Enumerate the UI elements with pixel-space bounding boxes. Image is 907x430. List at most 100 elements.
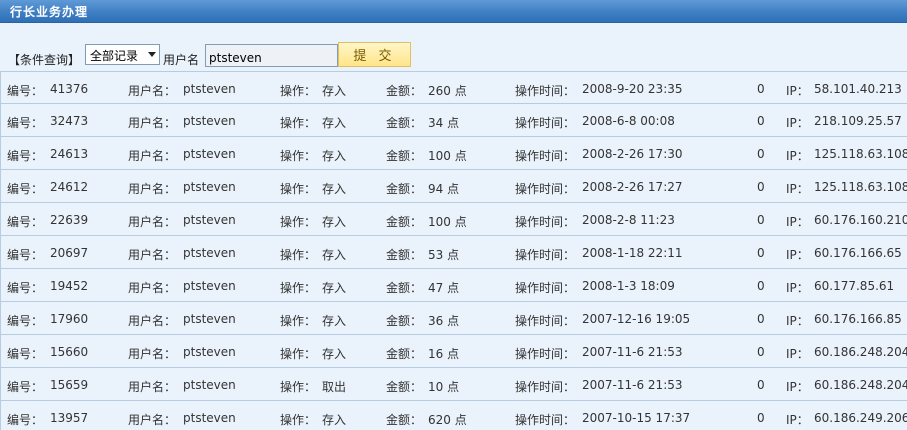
amount-label: 金额： xyxy=(386,116,423,130)
op-value: 存入 xyxy=(322,413,347,427)
extra-value: 0 xyxy=(757,312,765,326)
op-label: 操作： xyxy=(280,380,317,394)
op-label: 操作： xyxy=(280,84,317,98)
ip-label: IP： xyxy=(786,380,809,394)
user-label: 用户名： xyxy=(128,182,177,196)
table-row: 编号： 41376 用户名： ptsteven 操作： 存入 金额： 260 点 操作时间： 20… xyxy=(0,71,907,104)
user-label: 用户名： xyxy=(128,347,177,361)
table-row: 编号： 15659 用户名： ptsteven 操作： 取出 金额： 10 点 操作时间： 200… xyxy=(0,368,907,401)
amount-value: 47 点 xyxy=(428,281,460,295)
table-row: 编号： 19452 用户名： ptsteven 操作： 存入 金额： 47 点 操作时间： 200… xyxy=(0,269,907,302)
ip-value: 125.118.63.108 xyxy=(814,147,907,161)
op-value: 存入 xyxy=(322,116,347,130)
time-label: 操作时间： xyxy=(515,84,576,98)
ip-value: 60.186.248.204 xyxy=(814,378,907,392)
op-value: 存入 xyxy=(322,347,347,361)
time-label: 操作时间： xyxy=(515,380,576,394)
ip-label: IP： xyxy=(786,413,809,427)
extra-value: 0 xyxy=(757,345,765,359)
user-value: ptsteven xyxy=(183,147,236,161)
id-value: 22639 xyxy=(50,213,89,227)
amount-value: 100 点 xyxy=(428,149,467,163)
amount-value: 10 点 xyxy=(428,380,460,394)
user-label: 用户名： xyxy=(128,380,177,394)
op-value: 取出 xyxy=(322,380,347,394)
id-value: 24613 xyxy=(50,147,89,161)
ip-value: 60.176.166.65 xyxy=(814,246,902,260)
table-row: 编号： 15660 用户名： ptsteven 操作： 存入 金额： 16 点 操作时间： 200… xyxy=(0,335,907,368)
ip-label: IP： xyxy=(786,116,809,130)
time-label: 操作时间： xyxy=(515,116,576,130)
amount-value: 53 点 xyxy=(428,248,460,262)
id-label: 编号： xyxy=(7,248,44,262)
user-value: ptsteven xyxy=(183,312,236,326)
op-value: 存入 xyxy=(322,182,347,196)
id-value: 15659 xyxy=(50,378,89,392)
id-value: 41376 xyxy=(50,82,89,96)
op-label: 操作： xyxy=(280,413,317,427)
user-value: ptsteven xyxy=(183,180,236,194)
time-value: 2007-10-15 17:37 xyxy=(582,411,691,425)
id-value: 17960 xyxy=(50,312,89,326)
table-row: 编号： 22639 用户名： ptsteven 操作： 存入 金额： 100 点 操作时间： 20… xyxy=(0,203,907,236)
extra-value: 0 xyxy=(757,378,765,392)
user-label: 用户名： xyxy=(128,248,177,262)
submit-button[interactable]: 提 交 xyxy=(338,42,411,67)
time-value: 2008-9-20 23:35 xyxy=(582,82,683,96)
op-label: 操作： xyxy=(280,248,317,262)
op-label: 操作： xyxy=(280,281,317,295)
time-value: 2008-2-26 17:30 xyxy=(582,147,683,161)
user-label: 用户名： xyxy=(128,149,177,163)
amount-value: 36 点 xyxy=(428,314,460,328)
amount-label: 金额： xyxy=(386,281,423,295)
id-label: 编号： xyxy=(7,84,44,98)
amount-label: 金额： xyxy=(386,413,423,427)
record-filter-value: 全部记录 xyxy=(90,49,139,63)
user-label: 用户名： xyxy=(128,84,177,98)
title-bar: 行长业务办理 xyxy=(0,0,907,23)
ip-value: 60.176.160.210 xyxy=(814,213,907,227)
user-value: ptsteven xyxy=(183,213,236,227)
filter-bar: 【条件查询】 全部记录 用户名 提 交 xyxy=(0,23,907,71)
op-value: 存入 xyxy=(322,281,347,295)
amount-value: 16 点 xyxy=(428,347,460,361)
time-value: 2007-12-16 19:05 xyxy=(582,312,691,326)
id-label: 编号： xyxy=(7,347,44,361)
amount-label: 金额： xyxy=(386,149,423,163)
user-value: ptsteven xyxy=(183,246,236,260)
table-row: 编号： 24613 用户名： ptsteven 操作： 存入 金额： 100 点 操作时间： 20… xyxy=(0,137,907,170)
amount-value: 34 点 xyxy=(428,116,460,130)
ip-label: IP： xyxy=(786,215,809,229)
op-value: 存入 xyxy=(322,149,347,163)
time-label: 操作时间： xyxy=(515,347,576,361)
op-label: 操作： xyxy=(280,182,317,196)
id-label: 编号： xyxy=(7,116,44,130)
username-input[interactable] xyxy=(205,44,338,67)
id-value: 32473 xyxy=(50,114,89,128)
ip-value: 60.186.248.204 xyxy=(814,345,907,359)
time-value: 2007-11-6 21:53 xyxy=(582,345,683,359)
ip-value: 58.101.40.213 xyxy=(814,82,902,96)
username-label: 用户名 xyxy=(163,53,200,67)
time-label: 操作时间： xyxy=(515,149,576,163)
amount-label: 金额： xyxy=(386,314,423,328)
id-value: 20697 xyxy=(50,246,89,260)
time-label: 操作时间： xyxy=(515,281,576,295)
op-value: 存入 xyxy=(322,84,347,98)
extra-value: 0 xyxy=(757,411,765,425)
time-label: 操作时间： xyxy=(515,215,576,229)
page-title: 行长业务办理 xyxy=(10,5,89,19)
extra-value: 0 xyxy=(757,147,765,161)
record-filter-select[interactable]: 全部记录 xyxy=(85,44,160,65)
table-row: 编号： 17960 用户名： ptsteven 操作： 存入 金额： 36 点 操作时间： 200… xyxy=(0,302,907,335)
op-value: 存入 xyxy=(322,215,347,229)
id-label: 编号： xyxy=(7,380,44,394)
user-label: 用户名： xyxy=(128,215,177,229)
user-value: ptsteven xyxy=(183,378,236,392)
condition-label: 【条件查询】 xyxy=(8,53,81,67)
op-value: 存入 xyxy=(322,248,347,262)
time-value: 2008-2-8 11:23 xyxy=(582,213,675,227)
op-label: 操作： xyxy=(280,314,317,328)
ip-value: 125.118.63.108 xyxy=(814,180,907,194)
chevron-down-icon xyxy=(148,52,156,57)
